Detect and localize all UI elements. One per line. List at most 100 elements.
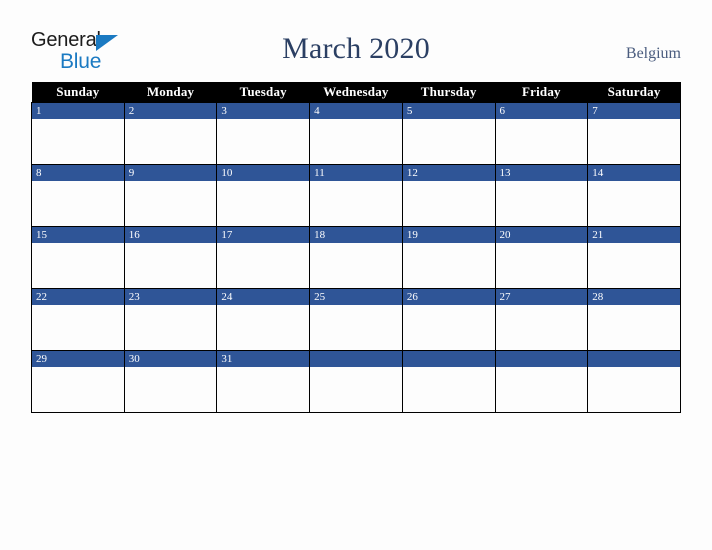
- calendar-day-cell[interactable]: 23: [123, 288, 218, 351]
- calendar-week-row: 15 16 17 18 19 20 21: [31, 226, 681, 289]
- day-number: 9: [124, 165, 217, 181]
- calendar-day-cell[interactable]: 16: [123, 226, 218, 289]
- calendar-day-cell[interactable]: 19: [401, 226, 496, 289]
- weekday-header-monday: Monday: [124, 82, 217, 103]
- calendar-day-cell[interactable]: 2: [123, 102, 218, 165]
- calendar-day-cell[interactable]: 26: [401, 288, 496, 351]
- day-cell-body[interactable]: [217, 243, 310, 288]
- weekday-header-wednesday: Wednesday: [309, 82, 403, 103]
- day-cell-body[interactable]: [32, 305, 124, 350]
- weekday-header-saturday: Saturday: [587, 82, 681, 103]
- day-number: [310, 351, 402, 367]
- weekday-header-tuesday: Tuesday: [216, 82, 310, 103]
- day-number: 16: [124, 227, 217, 243]
- day-cell-body[interactable]: [124, 119, 217, 164]
- day-cell-body[interactable]: [310, 119, 402, 164]
- day-cell-body[interactable]: [310, 243, 402, 288]
- day-cell-body[interactable]: [588, 305, 680, 350]
- day-number: 25: [310, 289, 402, 305]
- day-cell-body[interactable]: [217, 367, 310, 412]
- country-label: Belgium: [625, 45, 681, 62]
- calendar-day-cell[interactable]: 29: [31, 350, 125, 413]
- day-number: 28: [588, 289, 680, 305]
- weekday-header-row: Sunday Monday Tuesday Wednesday Thursday…: [31, 82, 681, 103]
- day-number: 18: [310, 227, 402, 243]
- day-cell-body[interactable]: [217, 305, 310, 350]
- day-number: 14: [588, 165, 680, 181]
- day-cell-body[interactable]: [310, 305, 402, 350]
- calendar-day-cell[interactable]: 12: [401, 164, 496, 227]
- calendar-day-cell-empty[interactable]: [494, 350, 589, 413]
- day-number: 5: [402, 103, 495, 119]
- weekday-header-friday: Friday: [495, 82, 588, 103]
- calendar-week-row: 8 9 10 11 12 13 14: [31, 164, 681, 227]
- calendar-day-cell[interactable]: 31: [216, 350, 311, 413]
- day-cell-body[interactable]: [402, 243, 495, 288]
- day-cell-body[interactable]: [402, 367, 495, 412]
- calendar-day-cell[interactable]: 10: [216, 164, 311, 227]
- day-number: 7: [588, 103, 680, 119]
- calendar-day-cell[interactable]: 15: [31, 226, 125, 289]
- day-cell-body[interactable]: [32, 367, 124, 412]
- calendar-day-cell[interactable]: 8: [31, 164, 125, 227]
- day-number: 10: [217, 165, 310, 181]
- day-cell-body[interactable]: [32, 119, 124, 164]
- calendar-day-cell[interactable]: 20: [494, 226, 589, 289]
- calendar-day-cell[interactable]: 4: [309, 102, 403, 165]
- day-cell-body[interactable]: [402, 181, 495, 226]
- day-cell-body[interactable]: [495, 181, 588, 226]
- day-cell-body[interactable]: [310, 181, 402, 226]
- day-cell-body[interactable]: [124, 243, 217, 288]
- day-cell-body[interactable]: [588, 367, 680, 412]
- calendar-day-cell[interactable]: 9: [123, 164, 218, 227]
- day-cell-body[interactable]: [124, 305, 217, 350]
- calendar-day-cell[interactable]: 18: [309, 226, 403, 289]
- day-number: 17: [217, 227, 310, 243]
- day-cell-body[interactable]: [32, 181, 124, 226]
- calendar-day-cell[interactable]: 1: [31, 102, 125, 165]
- calendar-day-cell[interactable]: 14: [587, 164, 681, 227]
- calendar-day-cell-empty[interactable]: [401, 350, 496, 413]
- calendar-day-cell[interactable]: 3: [216, 102, 311, 165]
- calendar-day-cell[interactable]: 11: [309, 164, 403, 227]
- day-number: 4: [310, 103, 402, 119]
- calendar-day-cell[interactable]: 22: [31, 288, 125, 351]
- day-cell-body[interactable]: [217, 119, 310, 164]
- calendar-day-cell[interactable]: 5: [401, 102, 496, 165]
- calendar-day-cell[interactable]: 25: [309, 288, 403, 351]
- day-cell-body[interactable]: [124, 367, 217, 412]
- day-cell-body[interactable]: [495, 367, 588, 412]
- day-number: 11: [310, 165, 402, 181]
- calendar-day-cell-empty[interactable]: [309, 350, 403, 413]
- calendar-day-cell[interactable]: 7: [587, 102, 681, 165]
- day-number: 31: [217, 351, 310, 367]
- calendar-day-cell[interactable]: 21: [587, 226, 681, 289]
- day-cell-body[interactable]: [588, 243, 680, 288]
- calendar-day-cell-empty[interactable]: [587, 350, 681, 413]
- day-number: 23: [124, 289, 217, 305]
- day-number: 12: [402, 165, 495, 181]
- day-cell-body[interactable]: [402, 305, 495, 350]
- calendar-day-cell[interactable]: 28: [587, 288, 681, 351]
- day-cell-body[interactable]: [124, 181, 217, 226]
- day-cell-body[interactable]: [588, 119, 680, 164]
- day-number: 15: [32, 227, 124, 243]
- day-cell-body[interactable]: [32, 243, 124, 288]
- day-cell-body[interactable]: [495, 119, 588, 164]
- day-cell-body[interactable]: [495, 243, 588, 288]
- day-cell-body[interactable]: [588, 181, 680, 226]
- day-cell-body[interactable]: [217, 181, 310, 226]
- calendar-day-cell[interactable]: 24: [216, 288, 311, 351]
- calendar-day-cell[interactable]: 13: [494, 164, 589, 227]
- day-number: [402, 351, 495, 367]
- day-cell-body[interactable]: [495, 305, 588, 350]
- day-cell-body[interactable]: [310, 367, 402, 412]
- calendar-day-cell[interactable]: 27: [494, 288, 589, 351]
- day-number: 29: [32, 351, 124, 367]
- calendar-week-row: 29 30 31: [31, 350, 681, 413]
- day-cell-body[interactable]: [402, 119, 495, 164]
- calendar-day-cell[interactable]: 17: [216, 226, 311, 289]
- calendar-day-cell[interactable]: 30: [123, 350, 218, 413]
- calendar-day-cell[interactable]: 6: [494, 102, 589, 165]
- page-title: March 2020: [282, 32, 430, 65]
